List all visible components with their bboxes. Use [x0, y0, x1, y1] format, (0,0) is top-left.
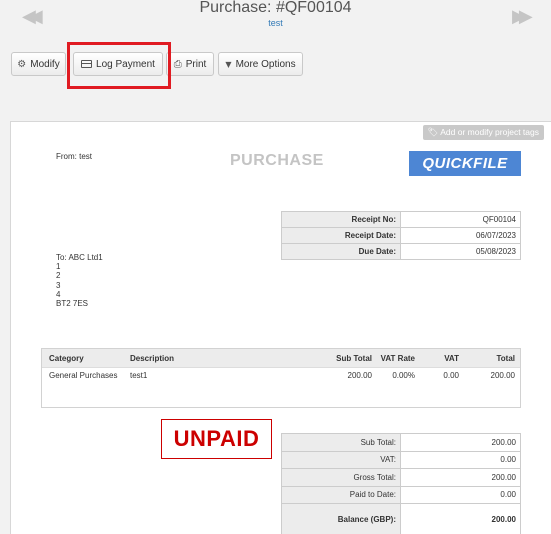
row-sub-total: 200.00 — [347, 371, 372, 380]
tag-icon: 🏷 — [427, 128, 439, 138]
quickfile-logo: QUICKFILE — [409, 151, 521, 176]
header-description: Description — [130, 353, 175, 363]
receipt-date-value: 06/07/2023 — [400, 227, 521, 244]
to-address: To: ABC Ltd1 1 2 3 4 BT2 7ES — [56, 253, 103, 308]
modify-label: Modify — [30, 58, 60, 70]
receipt-date-row: Receipt Date: 06/07/2023 — [281, 227, 521, 244]
totals-row: Paid to Date: 0.00 — [281, 485, 521, 504]
paid-to-date-value: 0.00 — [400, 485, 521, 504]
printer-icon: ⎙ — [173, 58, 182, 70]
sub-total-value: 200.00 — [400, 433, 521, 452]
gear-icon: ⚙ — [17, 58, 27, 70]
row-description: test1 — [130, 371, 148, 380]
receipt-no-row: Receipt No: QF00104 — [281, 211, 521, 228]
page-title: Purchase: #QF00104 — [199, 0, 352, 16]
header-sub-total: Sub Total — [336, 353, 372, 363]
purchase-document: 🏷 Add or modify project tags From: test … — [10, 121, 551, 534]
due-date-row: Due Date: 05/08/2023 — [281, 243, 521, 260]
totals-row: VAT: 0.00 — [281, 450, 521, 469]
line-items-table: Category Description Sub Total VAT Rate … — [41, 348, 521, 408]
address-line: 2 — [56, 271, 61, 281]
header-vat-rate: VAT Rate — [380, 353, 415, 363]
paid-to-date-label: Paid to Date: — [281, 485, 401, 504]
vat-label: VAT: — [281, 450, 401, 469]
double-chevron-right-icon[interactable]: ▶▶ — [512, 6, 533, 27]
page-subtitle-link[interactable]: test — [0, 18, 551, 28]
document-title: PURCHASE — [230, 152, 324, 169]
gross-total-value: 200.00 — [400, 468, 521, 487]
receipt-no-label: Receipt No: — [281, 211, 401, 228]
address-line: BT2 7ES — [56, 299, 89, 309]
table-row: General Purchases test1 200.00 0.00% 0.0… — [42, 368, 520, 383]
row-category: General Purchases — [49, 371, 118, 380]
due-date-value: 05/08/2023 — [400, 243, 521, 260]
receipt-info-table: Receipt No: QF00104 Receipt Date: 06/07/… — [281, 211, 521, 260]
vat-value: 0.00 — [400, 450, 521, 469]
unpaid-stamp: UNPAID — [161, 419, 272, 459]
totals-row: Sub Total: 200.00 — [281, 433, 521, 452]
row-vat-rate: 0.00% — [392, 371, 415, 380]
caret-down-icon: ▼ — [225, 59, 232, 69]
print-button[interactable]: ⎙ Print — [166, 52, 214, 76]
header-category: Category — [49, 353, 84, 363]
log-payment-highlight — [67, 42, 171, 89]
balance-label: Balance (GBP): — [281, 503, 401, 534]
receipt-date-label: Receipt Date: — [281, 227, 401, 244]
more-options-button[interactable]: ▼ More Options — [218, 52, 303, 76]
address-line: 1 — [56, 262, 61, 272]
project-tags-link[interactable]: 🏷 Add or modify project tags — [422, 125, 544, 140]
address-line: To: ABC Ltd1 — [56, 253, 103, 262]
row-vat: 0.00 — [443, 371, 459, 380]
receipt-no-value: QF00104 — [400, 211, 521, 228]
address-line: 3 — [56, 280, 61, 290]
gross-total-label: Gross Total: — [281, 468, 401, 487]
due-date-label: Due Date: — [281, 243, 401, 260]
line-items-header: Category Description Sub Total VAT Rate … — [42, 349, 520, 368]
more-options-label: More Options — [235, 58, 296, 70]
from-text: From: test — [56, 152, 93, 161]
totals-table: Sub Total: 200.00 VAT: 0.00 Gross Total:… — [281, 433, 521, 534]
project-tags-label: Add or modify project tags — [440, 127, 539, 137]
sub-total-label: Sub Total: — [281, 433, 401, 452]
row-total: 200.00 — [490, 371, 515, 380]
header-vat: VAT — [444, 353, 459, 363]
address-line: 4 — [56, 289, 61, 299]
balance-row: Balance (GBP): 200.00 — [281, 503, 521, 534]
balance-value: 200.00 — [400, 503, 521, 534]
header-total: Total — [496, 353, 515, 363]
print-label: Print — [185, 58, 207, 70]
modify-button[interactable]: ⚙ Modify — [11, 52, 66, 76]
totals-row: Gross Total: 200.00 — [281, 468, 521, 487]
